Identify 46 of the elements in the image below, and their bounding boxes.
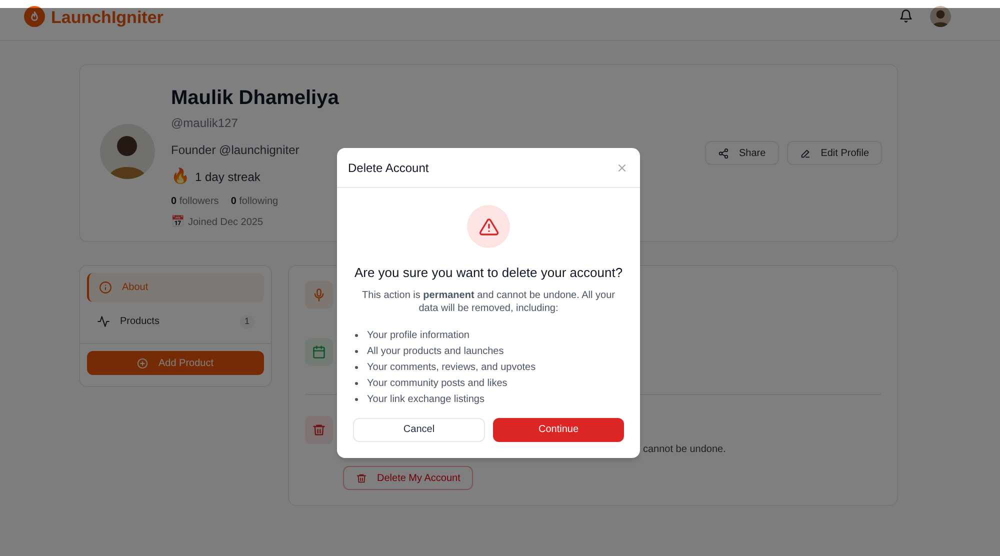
add-product-button[interactable]: Add Product bbox=[87, 351, 264, 375]
profile-name: Maulik Dhameliya bbox=[171, 86, 339, 111]
bullet-icon bbox=[355, 366, 358, 368]
dialog-heading: Are you sure you want to delete your account? bbox=[354, 264, 623, 282]
dialog-title: Delete Account bbox=[348, 160, 429, 176]
bullet-icon bbox=[355, 334, 358, 336]
share-button[interactable]: Share bbox=[705, 141, 779, 165]
calendar-icon bbox=[312, 345, 326, 359]
profile-handle: @maulik127 bbox=[171, 115, 239, 132]
warning-text: cannot be undone. bbox=[643, 443, 726, 457]
joined-date: Joined Dec 2025 bbox=[188, 216, 264, 230]
list-item-text: Your profile information bbox=[367, 328, 470, 342]
list-item-text: All your products and launches bbox=[367, 344, 504, 358]
sidebar-item[interactable]: Products 1 bbox=[87, 307, 264, 336]
bullet-icon bbox=[355, 398, 358, 400]
followers-count: 0 followers bbox=[171, 195, 219, 209]
pulse-line-icon bbox=[97, 315, 110, 328]
warning-icon bbox=[478, 216, 498, 236]
brand-name[interactable]: LaunchIgniter bbox=[51, 5, 164, 30]
user-avatar[interactable] bbox=[930, 6, 951, 27]
trash-icon bbox=[312, 423, 326, 437]
list-item-text: Your link exchange listings bbox=[367, 392, 484, 406]
profile-bio: Founder @launchigniter bbox=[171, 142, 300, 159]
microphone-icon bbox=[312, 288, 326, 302]
continue-button[interactable]: Continue bbox=[493, 418, 624, 442]
cancel-button[interactable]: Cancel bbox=[353, 418, 485, 442]
info-icon bbox=[99, 281, 112, 294]
list-item-text: Your community posts and likes bbox=[367, 376, 508, 390]
calendar-icon: 📅 bbox=[171, 214, 185, 230]
pencil-icon bbox=[800, 148, 811, 158]
following-count: 0 following bbox=[230, 195, 278, 209]
dialog-message: This action is permanent and cannot be undone. All your data will be removed, including: bbox=[361, 288, 616, 314]
trash-icon bbox=[356, 472, 367, 484]
delete-account-button[interactable]: Delete My Account bbox=[343, 466, 474, 490]
list-item-text: Your comments, reviews, and upvotes bbox=[367, 360, 536, 374]
bullet-icon bbox=[355, 382, 358, 384]
streak-text: 1 day streak bbox=[195, 169, 260, 186]
bullet-icon bbox=[355, 350, 358, 352]
flame-logo-icon bbox=[24, 6, 45, 27]
share-icon bbox=[718, 148, 729, 158]
bell-icon bbox=[899, 9, 913, 23]
flame-icon: 🔥 bbox=[171, 168, 190, 186]
close-icon bbox=[616, 162, 628, 174]
count-badge: 1 bbox=[240, 314, 254, 328]
plus-circle-icon bbox=[137, 358, 148, 368]
edit-profile-button[interactable]: Edit Profile bbox=[786, 141, 882, 165]
